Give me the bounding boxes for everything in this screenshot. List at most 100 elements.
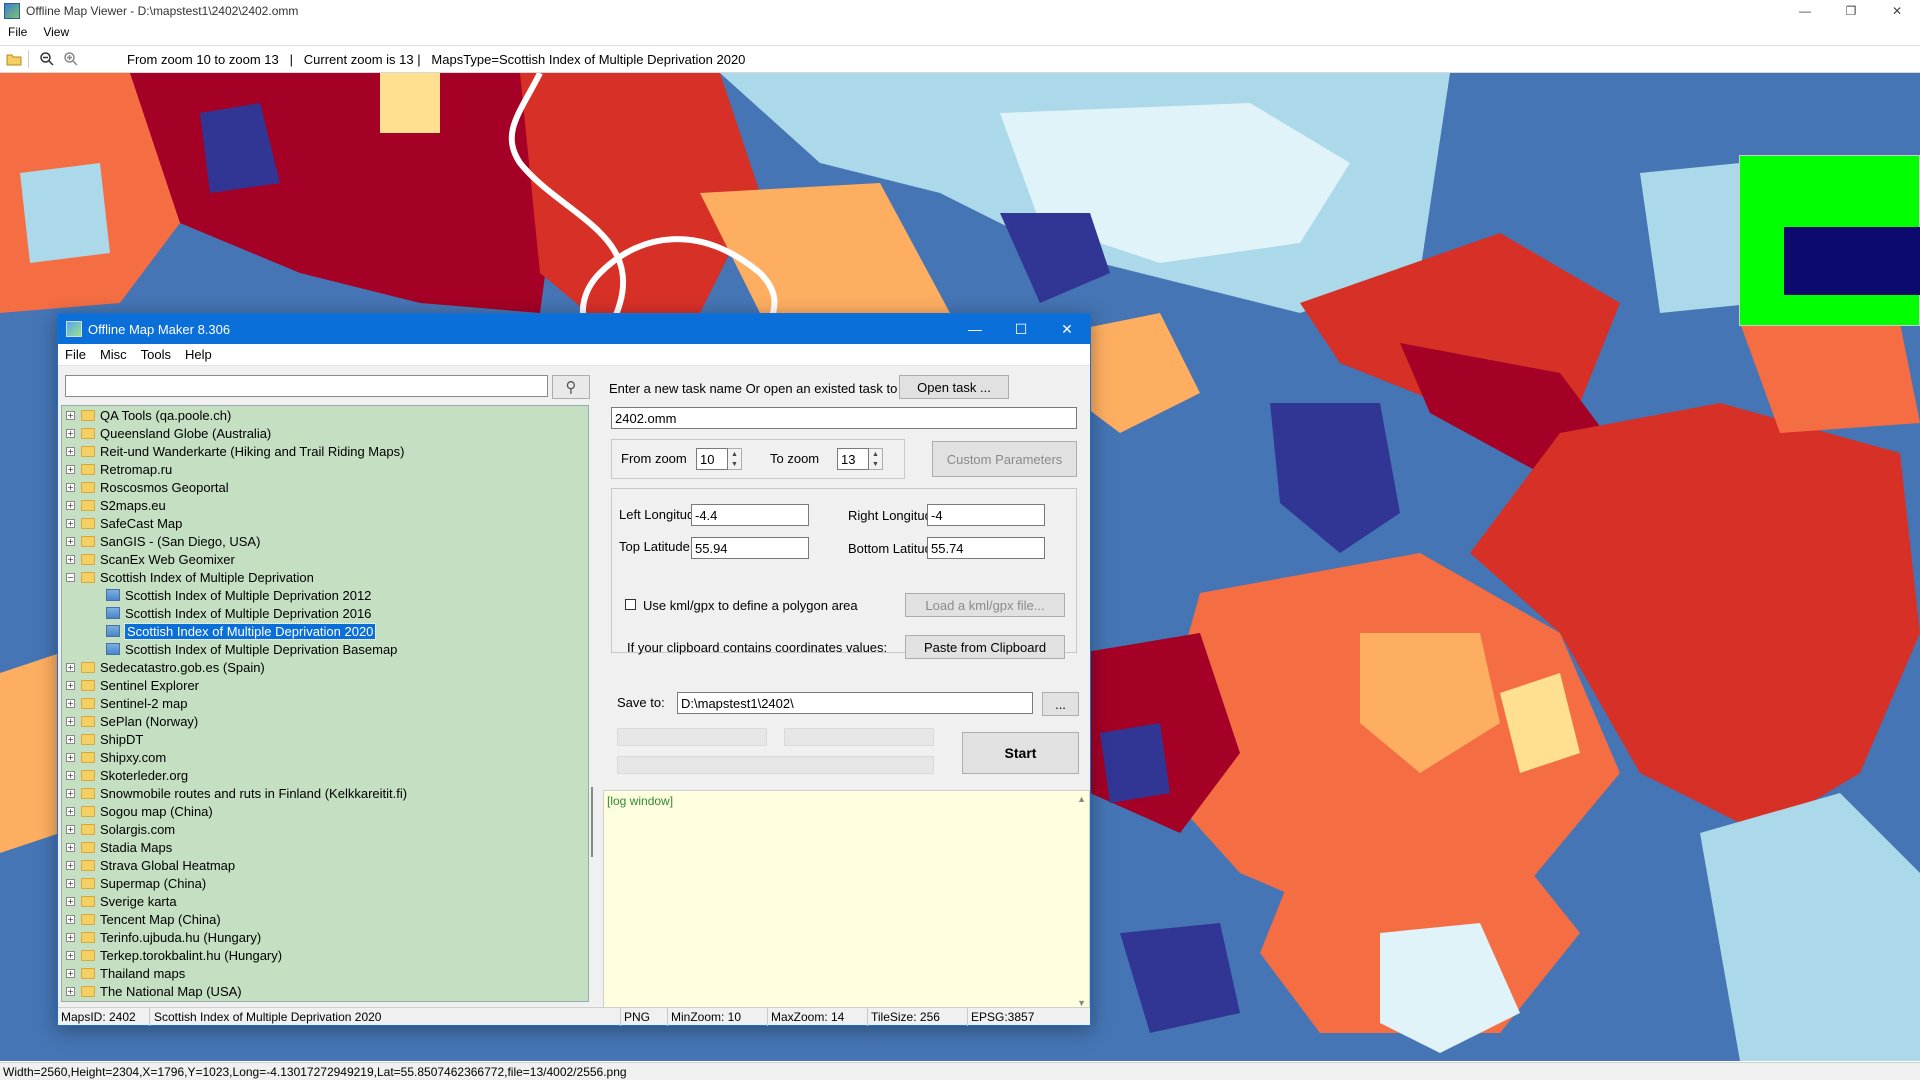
dialog-minimize-icon[interactable]: — xyxy=(952,314,998,344)
tree-node[interactable]: + ScanEx Web Geomixer xyxy=(62,550,588,568)
tree-node[interactable]: + Sogou map (China) xyxy=(62,802,588,820)
tree-node[interactable]: + ShipDT xyxy=(62,730,588,748)
restore-icon[interactable]: ❐ xyxy=(1828,0,1874,22)
load-kml-button[interactable]: Load a kml/gpx file... xyxy=(905,593,1065,617)
tree-node-label[interactable]: Stadia Maps xyxy=(100,840,172,855)
expand-icon[interactable]: + xyxy=(66,428,75,438)
expand-icon[interactable]: + xyxy=(66,950,75,960)
from-zoom-spinner[interactable]: 10 ▲ ▼ xyxy=(696,448,742,470)
collapse-icon[interactable]: − xyxy=(66,572,75,582)
minimize-icon[interactable]: — xyxy=(1782,0,1828,22)
tree-node[interactable]: + Shipxy.com xyxy=(62,748,588,766)
tree-node[interactable]: + Stadia Maps xyxy=(62,838,588,856)
from-zoom-arrows[interactable]: ▲ ▼ xyxy=(728,448,742,470)
search-button[interactable]: ⚲ xyxy=(552,375,590,399)
tree-child-label[interactable]: Scottish Index of Multiple Deprivation 2… xyxy=(125,588,371,603)
expand-icon[interactable]: + xyxy=(66,752,75,762)
tree-node[interactable]: + Reit-und Wanderkarte (Hiking and Trail … xyxy=(62,442,588,460)
spin-down-icon[interactable]: ▼ xyxy=(869,459,882,469)
spin-up-icon[interactable]: ▲ xyxy=(869,449,882,459)
tree-node-label[interactable]: Sverige karta xyxy=(100,894,177,909)
tree-node[interactable]: + The National Map (USA) xyxy=(62,982,588,1000)
expand-icon[interactable]: + xyxy=(66,914,75,924)
tree-node-label[interactable]: Sentinel Explorer xyxy=(100,678,199,693)
tree-node-label[interactable]: SafeCast Map xyxy=(100,516,182,531)
tree-node[interactable]: + Skoterleder.org xyxy=(62,766,588,784)
tree-child-node[interactable]: Scottish Index of Multiple Deprivation 2… xyxy=(62,586,588,604)
expand-icon[interactable]: + xyxy=(66,878,75,888)
tree-child-label[interactable]: Scottish Index of Multiple Deprivation B… xyxy=(125,642,397,657)
tree-node-label[interactable]: Sedecatastro.gob.es (Spain) xyxy=(100,660,265,675)
task-name-input[interactable]: 2402.omm xyxy=(611,407,1077,429)
start-button[interactable]: Start xyxy=(962,732,1079,774)
tree-node-label[interactable]: Skoterleder.org xyxy=(100,768,188,783)
expand-icon[interactable]: + xyxy=(66,464,75,474)
expand-icon[interactable]: + xyxy=(66,770,75,780)
tree-node-label[interactable]: Roscosmos Geoportal xyxy=(100,480,229,495)
expand-icon[interactable]: + xyxy=(66,446,75,456)
tree-child-node[interactable]: Scottish Index of Multiple Deprivation 2… xyxy=(62,604,588,622)
dialog-menu-tools[interactable]: Tools xyxy=(134,347,178,362)
use-kml-label[interactable]: Use kml/gpx to define a polygon area xyxy=(643,598,858,613)
tree-node[interactable]: + QA Tools (qa.poole.ch) xyxy=(62,406,588,424)
tree-node-label[interactable]: Thailand maps xyxy=(100,966,185,981)
tree-node[interactable]: + Snowmobile routes and ruts in Finland (… xyxy=(62,784,588,802)
tree-node-label[interactable]: SePlan (Norway) xyxy=(100,714,198,729)
tree-node-label[interactable]: Scottish Index of Multiple Deprivation xyxy=(100,570,314,585)
tree-node-label[interactable]: Solargis.com xyxy=(100,822,175,837)
tree-node-label[interactable]: S2maps.eu xyxy=(100,498,166,513)
scroll-up-icon[interactable]: ▲ xyxy=(1077,794,1086,804)
left-longitude-input[interactable]: -4.4 xyxy=(691,504,809,526)
tree-node[interactable]: + SanGIS - (San Diego, USA) xyxy=(62,532,588,550)
tree-node-label[interactable]: Strava Global Heatmap xyxy=(100,858,235,873)
tree-child-node[interactable]: Scottish Index of Multiple Deprivation 2… xyxy=(62,622,588,640)
expand-icon[interactable]: + xyxy=(66,554,75,564)
bottom-latitude-input[interactable]: 55.74 xyxy=(927,537,1045,559)
tree-node-label[interactable]: Snowmobile routes and ruts in Finland (K… xyxy=(100,786,407,801)
expand-icon[interactable]: + xyxy=(66,932,75,942)
expand-icon[interactable]: + xyxy=(66,896,75,906)
tree-node[interactable]: + Solargis.com xyxy=(62,820,588,838)
tree-child-node[interactable]: Scottish Index of Multiple Deprivation B… xyxy=(62,640,588,658)
expand-icon[interactable]: + xyxy=(66,734,75,744)
dialog-close-icon[interactable]: ✕ xyxy=(1044,314,1090,344)
map-source-tree[interactable]: + QA Tools (qa.poole.ch) + Queensland Globe… xyxy=(61,405,589,1002)
tree-node[interactable]: + Sverige karta xyxy=(62,892,588,910)
tree-node[interactable]: + SafeCast Map xyxy=(62,514,588,532)
tree-node[interactable]: + S2maps.eu xyxy=(62,496,588,514)
expand-icon[interactable]: + xyxy=(66,410,75,420)
tree-node-label[interactable]: ShipDT xyxy=(100,732,143,747)
expand-icon[interactable]: + xyxy=(66,986,75,996)
tree-node-label[interactable]: Reit-und Wanderkarte (Hiking and Trail R… xyxy=(100,444,404,459)
use-kml-checkbox[interactable] xyxy=(625,599,636,610)
expand-icon[interactable]: + xyxy=(66,824,75,834)
tree-node[interactable]: − Scottish Index of Multiple Deprivation xyxy=(62,568,588,586)
tree-node-label[interactable]: Shipxy.com xyxy=(100,750,166,765)
open-folder-icon[interactable] xyxy=(4,49,24,69)
close-icon[interactable]: ✕ xyxy=(1874,0,1920,22)
tree-node-label[interactable]: Tencent Map (China) xyxy=(100,912,221,927)
menu-view[interactable]: View xyxy=(35,25,77,39)
dialog-menu-file[interactable]: File xyxy=(58,347,93,362)
paste-from-clipboard-button[interactable]: Paste from Clipboard xyxy=(905,635,1065,659)
expand-icon[interactable]: + xyxy=(66,806,75,816)
expand-icon[interactable]: + xyxy=(66,860,75,870)
tree-node[interactable]: + Terkep.torokbalint.hu (Hungary) xyxy=(62,946,588,964)
tree-scrollbar[interactable] xyxy=(591,787,593,857)
expand-icon[interactable]: + xyxy=(66,482,75,492)
tree-node[interactable]: + Sentinel Explorer xyxy=(62,676,588,694)
tree-node-label[interactable]: Queensland Globe (Australia) xyxy=(100,426,271,441)
tree-node-label[interactable]: The National Map (USA) xyxy=(100,984,242,999)
dialog-menu-help[interactable]: Help xyxy=(178,347,219,362)
save-to-input[interactable]: D:\mapstest1\2402\ xyxy=(677,692,1033,714)
selected-map-label[interactable]: Scottish Index of Multiple Deprivation 2… xyxy=(123,622,377,640)
spin-down-icon[interactable]: ▼ xyxy=(728,459,741,469)
tree-node[interactable]: + Queensland Globe (Australia) xyxy=(62,424,588,442)
expand-icon[interactable]: + xyxy=(66,968,75,978)
open-task-button[interactable]: Open task ... xyxy=(899,375,1009,399)
expand-icon[interactable]: + xyxy=(66,680,75,690)
tree-node[interactable]: + Tencent Map (China) xyxy=(62,910,588,928)
minimap-viewport[interactable] xyxy=(1784,227,1920,295)
search-input[interactable] xyxy=(65,375,548,397)
zoom-in-icon[interactable] xyxy=(61,49,81,69)
